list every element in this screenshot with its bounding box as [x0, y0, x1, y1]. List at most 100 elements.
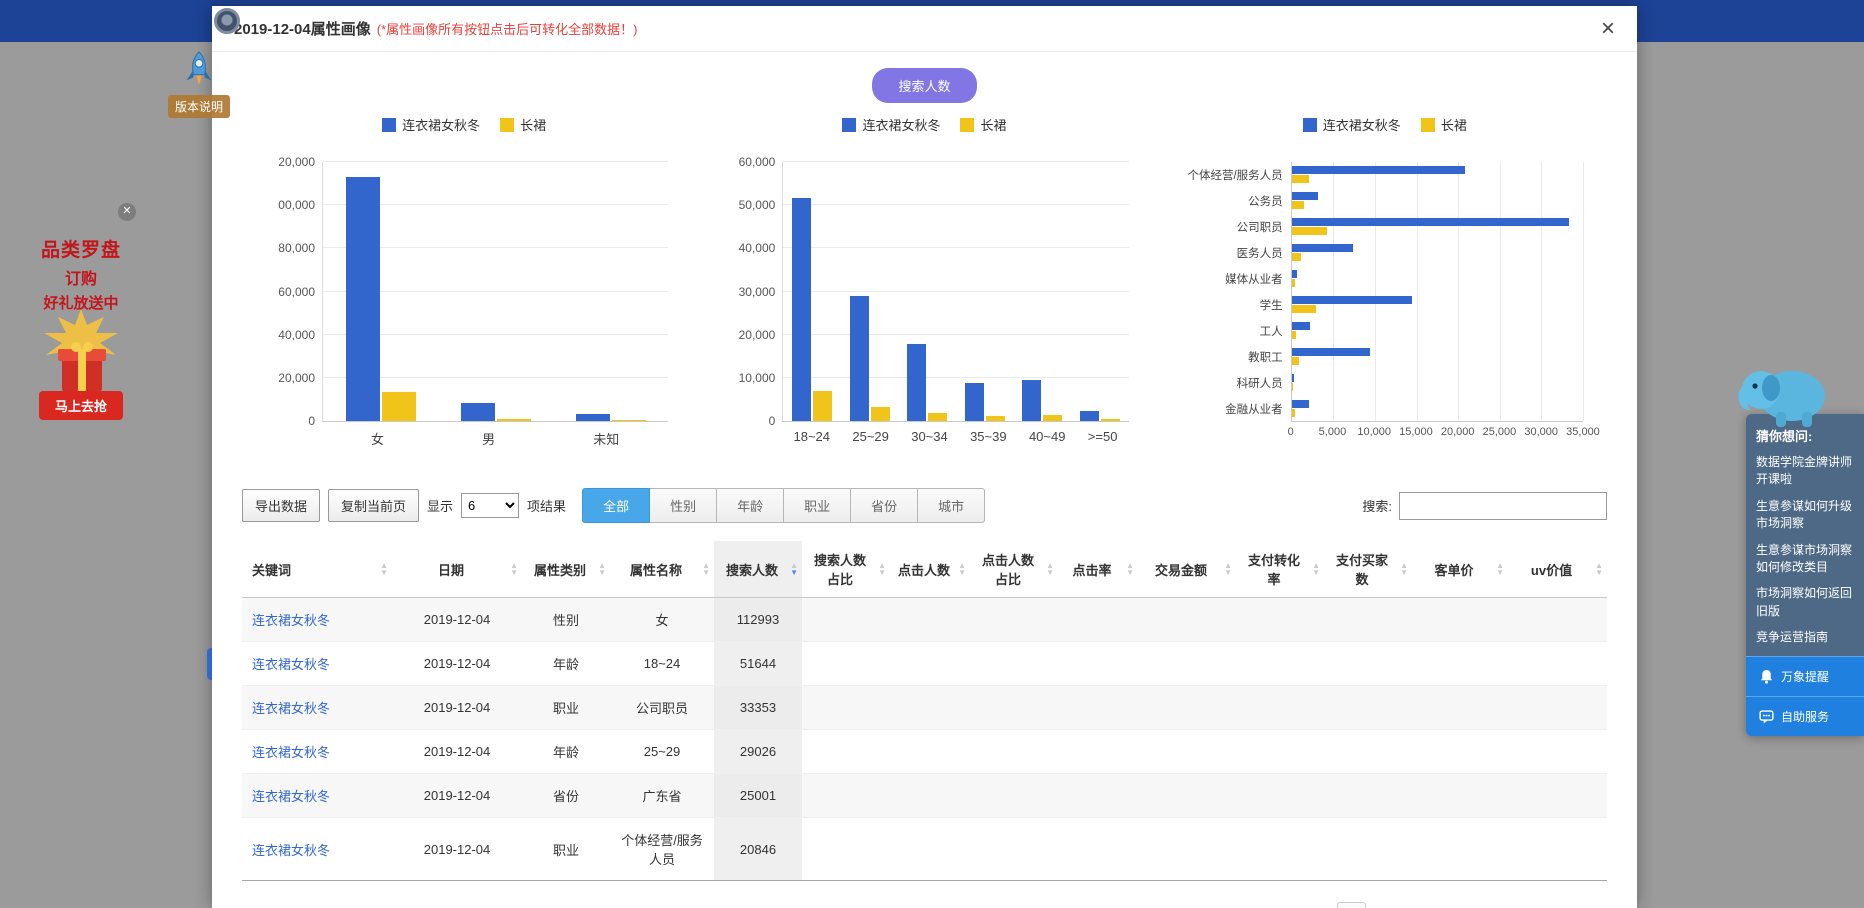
table-cell: [970, 774, 1058, 818]
bar: [1292, 279, 1295, 287]
page-button[interactable]: 3: [1399, 903, 1426, 908]
search-input[interactable]: [1399, 492, 1607, 520]
search-count-metric-button[interactable]: 搜索人数: [872, 68, 976, 103]
page-button[interactable]: 2: [1369, 903, 1396, 908]
column-header[interactable]: 搜索人数▲▼: [714, 541, 802, 598]
sort-icons: ▲▼: [958, 562, 966, 576]
keyword-link[interactable]: 连衣裙女秋冬: [252, 701, 330, 716]
bar: [1292, 192, 1319, 200]
column-header[interactable]: 支付转化率▲▼: [1236, 541, 1324, 598]
category-label: 公司职员: [1173, 214, 1291, 240]
close-icon[interactable]: ×: [1601, 17, 1615, 41]
sort-icons: ▲▼: [1400, 562, 1408, 576]
column-header[interactable]: 点击率▲▼: [1058, 541, 1138, 598]
keyword-link[interactable]: 连衣裙女秋冬: [252, 657, 330, 672]
table-cell: 25001: [714, 774, 802, 818]
column-header[interactable]: 搜索人数占比▲▼: [802, 541, 890, 598]
keyword-link[interactable]: 连衣裙女秋冬: [252, 745, 330, 760]
keyword-link[interactable]: 连衣裙女秋冬: [252, 789, 330, 804]
table-cell: 女: [610, 598, 714, 642]
gridline: [1541, 162, 1542, 421]
table-cell: [890, 598, 970, 642]
pagination-ellipsis: ...: [1490, 903, 1521, 908]
page-button[interactable]: 27: [1524, 903, 1558, 908]
column-header[interactable]: 点击人数占比▲▼: [970, 541, 1058, 598]
table-cell: [1138, 642, 1236, 686]
column-header[interactable]: uv价值▲▼: [1508, 541, 1607, 598]
sort-desc-icon: ▼: [790, 569, 798, 576]
column-label: 属性类别: [534, 563, 586, 578]
floating-logo-icon[interactable]: [214, 8, 240, 34]
pagination-next[interactable]: 下页: [1561, 901, 1607, 908]
table-cell: [1236, 774, 1324, 818]
table-row: 连衣裙女秋冬2019-12-04年龄25~2929026: [242, 730, 1607, 774]
table-body: 连衣裙女秋冬2019-12-04性别女112993连衣裙女秋冬2019-12-0…: [242, 598, 1607, 881]
promo-grab-button[interactable]: 马上去抢: [39, 391, 123, 420]
y-tick-label: 20,000: [739, 328, 776, 342]
column-header[interactable]: 支付买家数 ▲▼: [1324, 541, 1412, 598]
page-button[interactable]: 1: [1337, 902, 1366, 908]
table-cell: [970, 686, 1058, 730]
table-cell: [1058, 642, 1138, 686]
tab-button[interactable]: 性别: [650, 488, 717, 523]
bar: [576, 414, 610, 421]
tab-button[interactable]: 年龄: [717, 488, 784, 523]
table-cell: [802, 818, 890, 881]
question-link[interactable]: 数据学院金牌讲师开课啦: [1756, 454, 1854, 489]
bar: [871, 407, 890, 421]
category-label: 学生: [1173, 292, 1291, 318]
table-cell: 2019-12-04: [392, 730, 522, 774]
x-tick-label: 35,000: [1566, 426, 1600, 438]
question-link[interactable]: 市场洞察如何返回旧版: [1756, 585, 1854, 620]
tab-button[interactable]: 全部: [582, 488, 650, 523]
search-box: 搜索:: [1362, 492, 1607, 520]
column-header[interactable]: 关键词▲▼: [242, 541, 392, 598]
column-label: 属性名称: [630, 563, 682, 578]
y-tick-label: 0: [308, 414, 315, 428]
column-header[interactable]: 日期▲▼: [392, 541, 522, 598]
promo-close-icon[interactable]: ✕: [118, 203, 136, 221]
column-header[interactable]: 交易金额▲▼: [1138, 541, 1236, 598]
tab-button[interactable]: 城市: [918, 488, 985, 523]
keyword-link[interactable]: 连衣裙女秋冬: [252, 613, 330, 628]
column-header[interactable]: 属性名称▲▼: [610, 541, 714, 598]
copy-page-button[interactable]: 复制当前页: [328, 489, 419, 522]
column-header[interactable]: 客单价▲▼: [1412, 541, 1508, 598]
bar: [1292, 175, 1309, 183]
table-row: 连衣裙女秋冬2019-12-04职业公司职员33353: [242, 686, 1607, 730]
tab-button[interactable]: 省份: [851, 488, 918, 523]
column-label: 支付买家数: [1336, 553, 1388, 587]
tab-button[interactable]: 职业: [784, 488, 851, 523]
y-tick-label: 60,000: [739, 155, 776, 169]
keyword-link[interactable]: 连衣裙女秋冬: [252, 843, 330, 858]
legend-item: 长裙: [1421, 115, 1467, 134]
page-button[interactable]: 5: [1459, 903, 1486, 908]
question-link[interactable]: 竞争运营指南: [1756, 629, 1854, 646]
elephant-mascot[interactable]: [1734, 352, 1830, 432]
export-data-button[interactable]: 导出数据: [242, 489, 320, 522]
version-notes-widget[interactable]: 版本说明: [168, 50, 230, 118]
page-size-select[interactable]: 6: [461, 493, 519, 518]
pagination-prev[interactable]: 上页: [1287, 901, 1333, 908]
self-service-button[interactable]: 自助服务: [1746, 696, 1864, 736]
table-wrap: 关键词▲▼日期▲▼属性类别▲▼属性名称▲▼搜索人数▲▼搜索人数占比▲▼点击人数▲…: [212, 541, 1637, 881]
table-cell: [1324, 642, 1412, 686]
column-label: 支付转化率: [1248, 553, 1300, 587]
bar: [1292, 331, 1297, 339]
column-label: 搜索人数占比: [814, 553, 866, 587]
question-link[interactable]: 生意参谋如何升级市场洞察: [1756, 498, 1854, 533]
column-header[interactable]: 属性类别▲▼: [522, 541, 610, 598]
page-button[interactable]: 4: [1429, 903, 1456, 908]
category-label: 30~34: [911, 429, 948, 444]
promo-title: 品类罗盘: [16, 235, 146, 262]
table-cell: 51644: [714, 642, 802, 686]
sort-icons: ▲▼: [1224, 562, 1232, 576]
chart-legend: 连衣裙女秋冬长裙: [252, 115, 676, 134]
x-axis-labels: 05,00010,00015,00020,00025,00030,00035,0…: [1291, 426, 1583, 444]
bar: [792, 198, 811, 421]
table-cell: [1324, 774, 1412, 818]
wanxiang-reminder-button[interactable]: 万象提醒: [1746, 656, 1864, 696]
search-label: 搜索:: [1362, 496, 1392, 515]
question-link[interactable]: 生意参谋市场洞察如何修改类目: [1756, 542, 1854, 577]
column-header[interactable]: 点击人数▲▼: [890, 541, 970, 598]
